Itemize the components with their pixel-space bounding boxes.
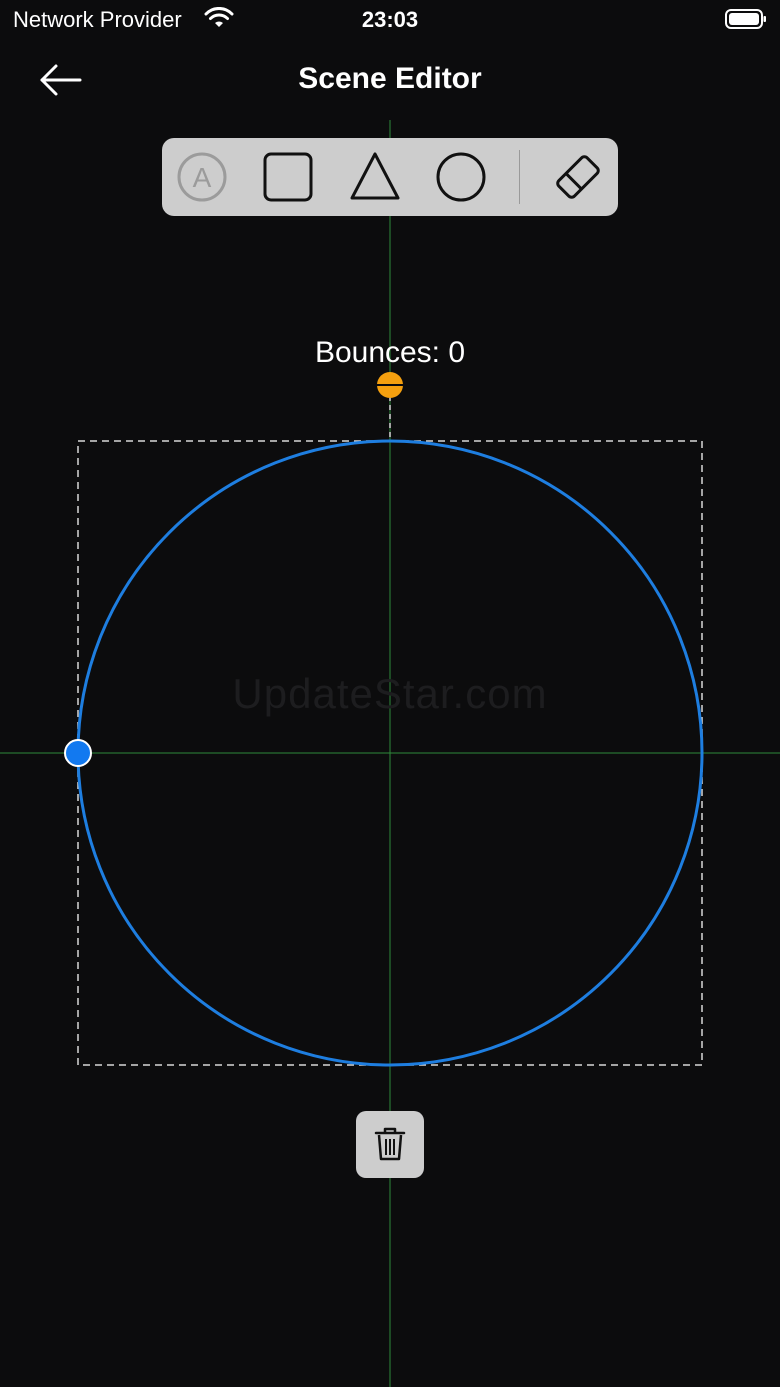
trash-icon	[374, 1127, 406, 1161]
shape-toolbar: A	[162, 138, 618, 216]
square-icon	[263, 152, 313, 202]
circle-icon	[436, 152, 486, 202]
watermark: UpdateStar.com	[232, 670, 548, 717]
svg-text:A: A	[193, 162, 212, 193]
letter-a-circle-icon: A	[177, 152, 227, 202]
bounces-counter: Bounces: 0	[314, 336, 466, 369]
square-tool-button[interactable]	[260, 149, 316, 205]
triangle-tool-button[interactable]	[347, 149, 403, 205]
triangle-icon	[350, 152, 400, 200]
resize-handle[interactable]	[64, 739, 92, 767]
circle-tool-button[interactable]	[433, 149, 489, 205]
eraser-tool-button[interactable]	[550, 149, 606, 205]
delete-button[interactable]	[356, 1111, 424, 1178]
toolbar-divider	[519, 150, 520, 204]
eraser-icon	[556, 155, 600, 199]
text-tool-button[interactable]: A	[174, 149, 230, 205]
ball[interactable]	[377, 372, 403, 398]
